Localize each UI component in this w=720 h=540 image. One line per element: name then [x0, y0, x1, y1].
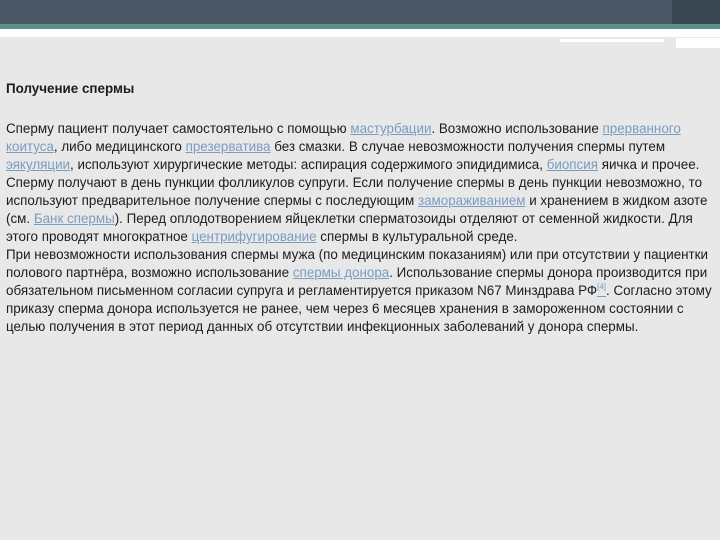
text-link[interactable]: биопсия — [547, 157, 598, 172]
header-corner-block — [672, 0, 720, 24]
text-run: . Возможно использование — [431, 121, 603, 136]
paragraph-2: При невозможности использования спермы м… — [6, 246, 712, 336]
text-link[interactable]: замораживанием — [418, 193, 526, 208]
header-white-band — [0, 29, 720, 37]
text-link[interactable]: Банк спермы — [34, 211, 115, 226]
reference-number: [4] — [597, 282, 606, 292]
decorative-line — [560, 39, 664, 42]
text-link[interactable]: мастурбации — [350, 121, 431, 136]
text-link[interactable]: презерватива — [186, 139, 271, 154]
text-link[interactable]: центрифугирование — [192, 229, 317, 244]
text-run: без смазки. В случае невозможности получ… — [270, 139, 666, 154]
text-run: , используют хирургические методы: аспир… — [70, 157, 547, 172]
reference-link[interactable]: [4] — [597, 283, 606, 298]
top-header-bar — [0, 0, 720, 24]
text-run: спермы в культуральной среде. — [316, 229, 518, 244]
text-run: Сперму пациент получает самостоятельно с… — [6, 121, 351, 136]
slide-content: Получение спермы Сперму пациент получает… — [6, 80, 712, 336]
text-link[interactable]: спермы донора — [293, 265, 389, 280]
slide-heading: Получение спермы — [6, 81, 135, 96]
decorative-corner — [676, 38, 720, 48]
text-link[interactable]: эякуляции — [6, 157, 70, 172]
paragraph-1: Сперму пациент получает самостоятельно с… — [6, 120, 712, 246]
text-run: , либо медицинского — [53, 139, 186, 154]
